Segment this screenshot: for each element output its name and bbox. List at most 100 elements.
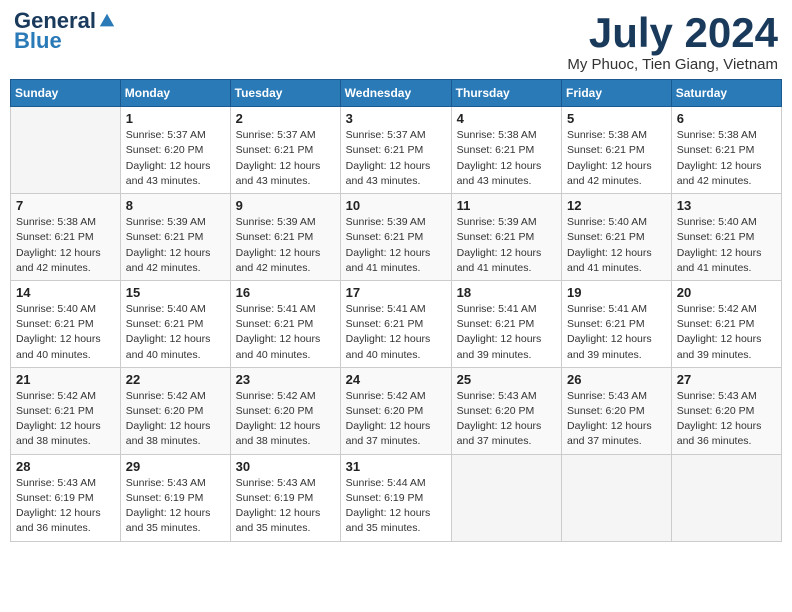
day-number: 15 <box>126 285 225 300</box>
calendar-cell: 11 Sunrise: 5:39 AMSunset: 6:21 PMDayligh… <box>451 194 561 281</box>
calendar-cell: 31 Sunrise: 5:44 AMSunset: 6:19 PMDayligh… <box>340 454 451 541</box>
day-detail: Sunrise: 5:38 AMSunset: 6:21 PMDaylight:… <box>677 128 776 189</box>
calendar-week-5: 28 Sunrise: 5:43 AMSunset: 6:19 PMDayligh… <box>11 454 782 541</box>
calendar-cell: 21 Sunrise: 5:42 AMSunset: 6:21 PMDayligh… <box>11 367 121 454</box>
day-detail: Sunrise: 5:39 AMSunset: 6:21 PMDaylight:… <box>126 215 225 276</box>
calendar-cell <box>562 454 672 541</box>
day-number: 26 <box>567 372 666 387</box>
day-number: 7 <box>16 198 115 213</box>
day-detail: Sunrise: 5:40 AMSunset: 6:21 PMDaylight:… <box>567 215 666 276</box>
calendar-cell: 15 Sunrise: 5:40 AMSunset: 6:21 PMDayligh… <box>120 280 230 367</box>
day-detail: Sunrise: 5:39 AMSunset: 6:21 PMDaylight:… <box>457 215 556 276</box>
calendar-cell: 6 Sunrise: 5:38 AMSunset: 6:21 PMDaylight… <box>671 107 781 194</box>
day-detail: Sunrise: 5:43 AMSunset: 6:20 PMDaylight:… <box>457 389 556 450</box>
day-number: 6 <box>677 111 776 126</box>
day-number: 13 <box>677 198 776 213</box>
calendar-cell: 29 Sunrise: 5:43 AMSunset: 6:19 PMDayligh… <box>120 454 230 541</box>
day-detail: Sunrise: 5:38 AMSunset: 6:21 PMDaylight:… <box>567 128 666 189</box>
calendar-table: SundayMondayTuesdayWednesdayThursdayFrid… <box>10 79 782 541</box>
col-header-tuesday: Tuesday <box>230 80 340 107</box>
day-detail: Sunrise: 5:37 AMSunset: 6:21 PMDaylight:… <box>236 128 335 189</box>
day-detail: Sunrise: 5:41 AMSunset: 6:21 PMDaylight:… <box>346 302 446 363</box>
day-detail: Sunrise: 5:41 AMSunset: 6:21 PMDaylight:… <box>236 302 335 363</box>
calendar-cell: 18 Sunrise: 5:41 AMSunset: 6:21 PMDayligh… <box>451 280 561 367</box>
day-number: 29 <box>126 459 225 474</box>
calendar-cell <box>451 454 561 541</box>
day-detail: Sunrise: 5:43 AMSunset: 6:19 PMDaylight:… <box>16 476 115 537</box>
day-number: 2 <box>236 111 335 126</box>
calendar-cell <box>671 454 781 541</box>
location: My Phuoc, Tien Giang, Vietnam <box>567 56 778 73</box>
day-number: 20 <box>677 285 776 300</box>
day-number: 11 <box>457 198 556 213</box>
day-detail: Sunrise: 5:38 AMSunset: 6:21 PMDaylight:… <box>16 215 115 276</box>
day-number: 16 <box>236 285 335 300</box>
day-number: 24 <box>346 372 446 387</box>
day-detail: Sunrise: 5:42 AMSunset: 6:21 PMDaylight:… <box>677 302 776 363</box>
calendar-cell: 30Sunrise: 5:43 AMSunset: 6:19 PMDayligh… <box>230 454 340 541</box>
calendar-cell: 13 Sunrise: 5:40 AMSunset: 6:21 PMDayligh… <box>671 194 781 281</box>
calendar-cell: 1Sunrise: 5:37 AMSunset: 6:20 PMDaylight… <box>120 107 230 194</box>
day-number: 21 <box>16 372 115 387</box>
calendar-week-3: 14Sunrise: 5:40 AMSunset: 6:21 PMDayligh… <box>11 280 782 367</box>
calendar-cell: 26Sunrise: 5:43 AMSunset: 6:20 PMDayligh… <box>562 367 672 454</box>
day-number: 5 <box>567 111 666 126</box>
day-number: 3 <box>346 111 446 126</box>
day-number: 28 <box>16 459 115 474</box>
calendar-cell: 24 Sunrise: 5:42 AMSunset: 6:20 PMDayligh… <box>340 367 451 454</box>
calendar-cell: 3Sunrise: 5:37 AMSunset: 6:21 PMDaylight… <box>340 107 451 194</box>
day-detail: Sunrise: 5:39 AMSunset: 6:21 PMDaylight:… <box>236 215 335 276</box>
calendar-cell <box>11 107 121 194</box>
day-number: 25 <box>457 372 556 387</box>
day-number: 8 <box>126 198 225 213</box>
day-number: 27 <box>677 372 776 387</box>
col-header-friday: Friday <box>562 80 672 107</box>
day-detail: Sunrise: 5:42 AMSunset: 6:20 PMDaylight:… <box>236 389 335 450</box>
calendar-week-4: 21 Sunrise: 5:42 AMSunset: 6:21 PMDayligh… <box>11 367 782 454</box>
day-detail: Sunrise: 5:41 AMSunset: 6:21 PMDaylight:… <box>457 302 556 363</box>
calendar-cell: 9Sunrise: 5:39 AMSunset: 6:21 PMDaylight… <box>230 194 340 281</box>
logo: General Blue <box>14 10 116 54</box>
calendar-cell: 5 Sunrise: 5:38 AMSunset: 6:21 PMDaylight… <box>562 107 672 194</box>
day-number: 1 <box>126 111 225 126</box>
day-number: 31 <box>346 459 446 474</box>
calendar-cell: 8 Sunrise: 5:39 AMSunset: 6:21 PMDaylight… <box>120 194 230 281</box>
calendar-week-2: 7 Sunrise: 5:38 AMSunset: 6:21 PMDaylight… <box>11 194 782 281</box>
calendar-header-row: SundayMondayTuesdayWednesdayThursdayFrid… <box>11 80 782 107</box>
logo-blue: Blue <box>14 28 62 54</box>
day-detail: Sunrise: 5:43 AMSunset: 6:20 PMDaylight:… <box>677 389 776 450</box>
day-detail: Sunrise: 5:38 AMSunset: 6:21 PMDaylight:… <box>457 128 556 189</box>
day-number: 10 <box>346 198 446 213</box>
calendar-cell: 14Sunrise: 5:40 AMSunset: 6:21 PMDayligh… <box>11 280 121 367</box>
title-area: July 2024 My Phuoc, Tien Giang, Vietnam <box>567 10 778 73</box>
calendar-cell: 28 Sunrise: 5:43 AMSunset: 6:19 PMDayligh… <box>11 454 121 541</box>
calendar-cell: 10 Sunrise: 5:39 AMSunset: 6:21 PMDayligh… <box>340 194 451 281</box>
day-detail: Sunrise: 5:44 AMSunset: 6:19 PMDaylight:… <box>346 476 446 537</box>
day-detail: Sunrise: 5:42 AMSunset: 6:20 PMDaylight:… <box>346 389 446 450</box>
calendar-cell: 16 Sunrise: 5:41 AMSunset: 6:21 PMDayligh… <box>230 280 340 367</box>
day-number: 4 <box>457 111 556 126</box>
calendar-cell: 20 Sunrise: 5:42 AMSunset: 6:21 PMDayligh… <box>671 280 781 367</box>
day-detail: Sunrise: 5:40 AMSunset: 6:21 PMDaylight:… <box>677 215 776 276</box>
calendar-cell: 4 Sunrise: 5:38 AMSunset: 6:21 PMDaylight… <box>451 107 561 194</box>
day-number: 17 <box>346 285 446 300</box>
calendar-cell: 17 Sunrise: 5:41 AMSunset: 6:21 PMDayligh… <box>340 280 451 367</box>
day-number: 23 <box>236 372 335 387</box>
calendar-cell: 2 Sunrise: 5:37 AMSunset: 6:21 PMDaylight… <box>230 107 340 194</box>
day-detail: Sunrise: 5:42 AMSunset: 6:21 PMDaylight:… <box>16 389 115 450</box>
col-header-monday: Monday <box>120 80 230 107</box>
day-detail: Sunrise: 5:39 AMSunset: 6:21 PMDaylight:… <box>346 215 446 276</box>
col-header-sunday: Sunday <box>11 80 121 107</box>
page-header: General Blue July 2024 My Phuoc, Tien Gi… <box>10 10 782 73</box>
day-number: 12 <box>567 198 666 213</box>
logo-icon <box>98 12 116 30</box>
calendar-cell: 22Sunrise: 5:42 AMSunset: 6:20 PMDayligh… <box>120 367 230 454</box>
day-detail: Sunrise: 5:43 AMSunset: 6:19 PMDaylight:… <box>126 476 225 537</box>
day-number: 19 <box>567 285 666 300</box>
day-number: 22 <box>126 372 225 387</box>
col-header-saturday: Saturday <box>671 80 781 107</box>
day-detail: Sunrise: 5:40 AMSunset: 6:21 PMDaylight:… <box>126 302 225 363</box>
calendar-cell: 27 Sunrise: 5:43 AMSunset: 6:20 PMDayligh… <box>671 367 781 454</box>
day-number: 18 <box>457 285 556 300</box>
calendar-week-1: 1Sunrise: 5:37 AMSunset: 6:20 PMDaylight… <box>11 107 782 194</box>
